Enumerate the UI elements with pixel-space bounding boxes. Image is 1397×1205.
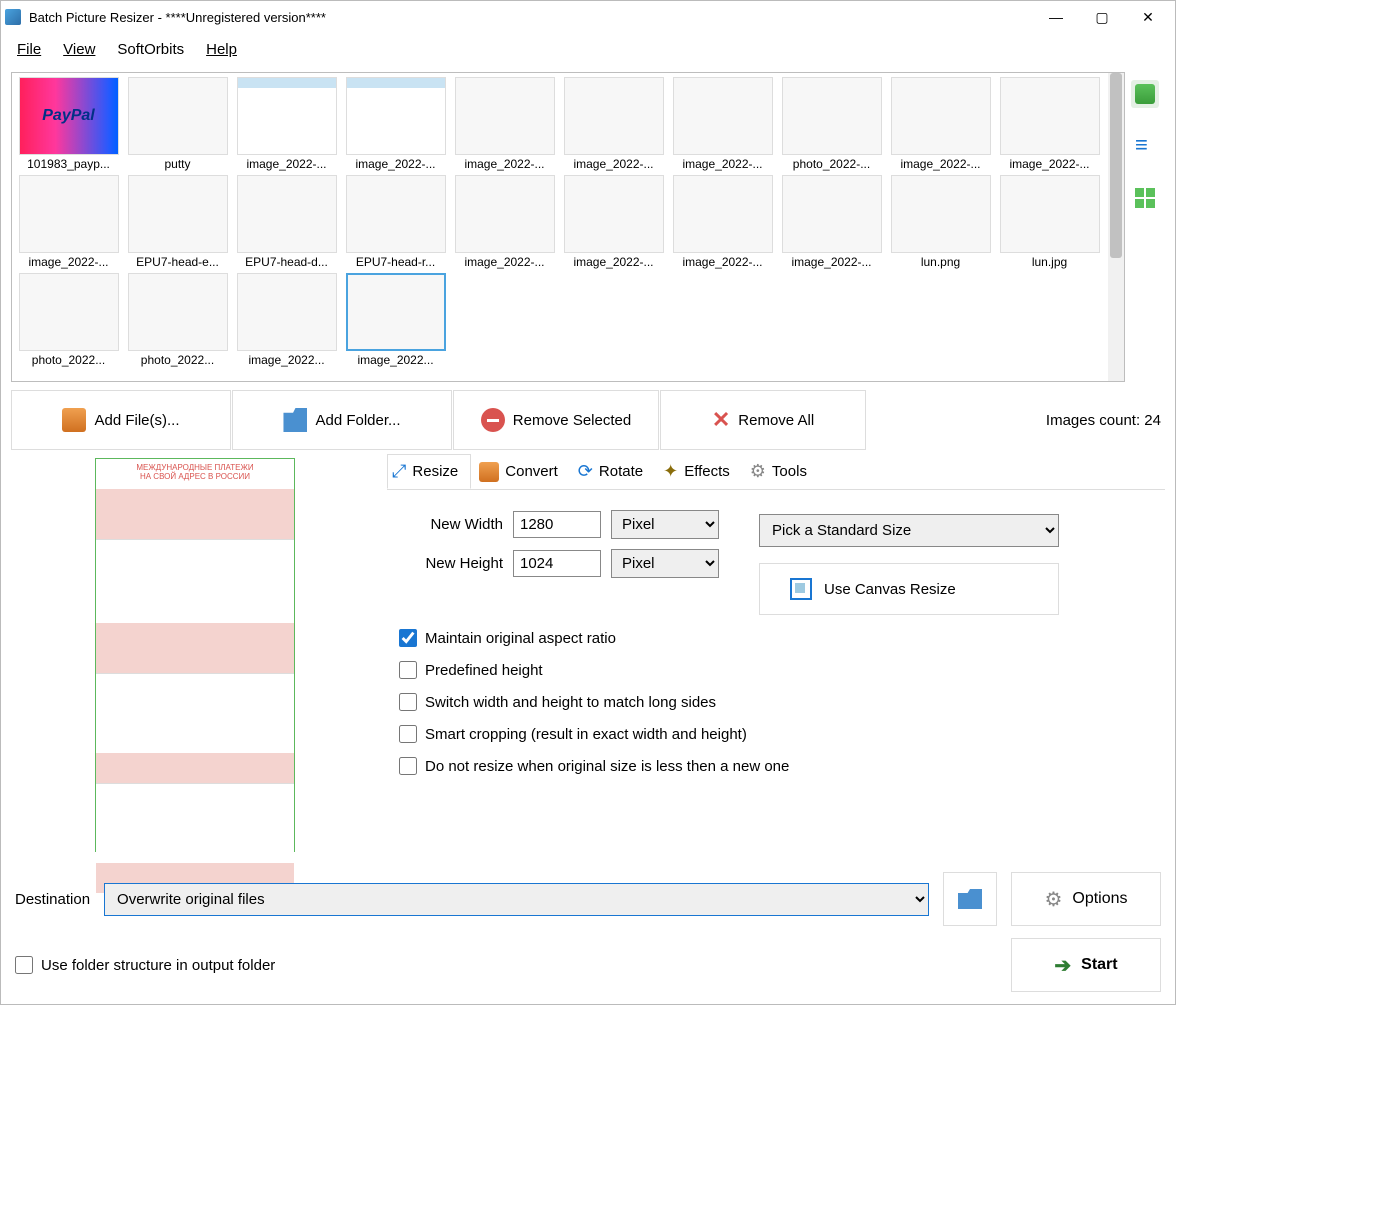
thumbnail-label: image_2022... <box>343 353 448 367</box>
thumbnail-item[interactable]: image_2022-... <box>234 77 339 171</box>
tab-effects[interactable]: ✦Effects <box>659 454 742 489</box>
thumbnail-item[interactable]: EPU7-head-e... <box>125 175 230 269</box>
no-resize-checkbox[interactable] <box>399 757 417 775</box>
thumbnail-label: photo_2022... <box>16 353 121 367</box>
thumbnail-item[interactable]: image_2022-... <box>452 77 557 171</box>
new-width-label: New Width <box>399 516 503 533</box>
options-button[interactable]: ⚙Options <box>1011 872 1161 926</box>
thumbnail-item[interactable]: EPU7-head-d... <box>234 175 339 269</box>
new-height-label: New Height <box>399 555 503 572</box>
thumbnail-label: image_2022-... <box>452 255 557 269</box>
smart-cropping-checkbox[interactable] <box>399 725 417 743</box>
thumbnail-item[interactable]: image_2022-... <box>670 77 775 171</box>
destination-select[interactable]: Overwrite original files <box>104 883 929 916</box>
view-list-button[interactable] <box>1131 132 1159 160</box>
tab-convert[interactable]: Convert <box>475 454 570 489</box>
thumbnail-item[interactable]: image_2022-... <box>561 77 666 171</box>
width-unit-select[interactable]: Pixel <box>611 510 719 539</box>
view-thumbnails-button[interactable] <box>1131 80 1159 108</box>
preview-pane: МЕЖДУНАРОДНЫЕ ПЛАТЕЖИНА СВОЙ АДРЕС В РОС… <box>11 454 379 864</box>
thumbnail-label: image_2022-... <box>670 157 775 171</box>
window-title: Batch Picture Resizer - ****Unregistered… <box>29 10 1033 25</box>
thumbnail-item[interactable]: lun.png <box>888 175 993 269</box>
thumbnail-item[interactable]: image_2022-... <box>452 175 557 269</box>
thumbnail-label: image_2022-... <box>561 157 666 171</box>
remove-selected-button[interactable]: Remove Selected <box>453 390 659 450</box>
aspect-ratio-checkbox[interactable] <box>399 629 417 647</box>
thumbnail-item[interactable]: EPU7-head-r... <box>343 175 448 269</box>
thumbnail-label: putty <box>125 157 230 171</box>
thumbnail-item[interactable]: image_2022... <box>234 273 339 367</box>
destination-label: Destination <box>15 891 90 908</box>
thumbnail-label: lun.png <box>888 255 993 269</box>
thumbnail-gallery[interactable]: PayPal101983_payp...puttyimage_2022-...i… <box>11 72 1125 382</box>
start-button[interactable]: ➔Start <box>1011 938 1161 992</box>
thumbnail-label: image_2022-... <box>888 157 993 171</box>
predefined-height-checkbox[interactable] <box>399 661 417 679</box>
thumbnail-label: 101983_payp... <box>16 157 121 171</box>
menu-help[interactable]: Help <box>196 35 247 64</box>
thumbnail-label: EPU7-head-d... <box>234 255 339 269</box>
thumbnail-item[interactable]: image_2022-... <box>888 77 993 171</box>
thumbnail-item[interactable]: photo_2022... <box>16 273 121 367</box>
add-folder-button[interactable]: Add Folder... <box>232 390 452 450</box>
thumbnail-item[interactable]: image_2022... <box>343 273 448 367</box>
thumbnail-label: photo_2022... <box>125 353 230 367</box>
height-unit-select[interactable]: Pixel <box>611 549 719 578</box>
view-grid-button[interactable] <box>1131 184 1159 212</box>
thumbnail-label: image_2022-... <box>16 255 121 269</box>
thumbnail-label: EPU7-head-r... <box>343 255 448 269</box>
new-width-input[interactable] <box>513 511 601 538</box>
thumbnail-item[interactable]: image_2022-... <box>343 77 448 171</box>
thumbnail-item[interactable]: putty <box>125 77 230 171</box>
thumbnail-label: image_2022-... <box>997 157 1102 171</box>
remove-all-button[interactable]: ✕Remove All <box>660 390 866 450</box>
thumbnail-label: image_2022-... <box>779 255 884 269</box>
thumbnail-item[interactable]: photo_2022... <box>125 273 230 367</box>
thumbnail-label: lun.jpg <box>997 255 1102 269</box>
thumbnail-label: image_2022-... <box>234 157 339 171</box>
tab-tools[interactable]: ⚙Tools <box>746 454 819 489</box>
thumbnail-item[interactable]: image_2022-... <box>779 175 884 269</box>
menu-softorbits[interactable]: SoftOrbits <box>107 35 194 64</box>
thumbnail-label: image_2022-... <box>343 157 448 171</box>
thumbnail-label: EPU7-head-e... <box>125 255 230 269</box>
thumbnail-label: photo_2022-... <box>779 157 884 171</box>
thumbnail-label: image_2022-... <box>670 255 775 269</box>
close-button[interactable]: ✕ <box>1125 1 1171 33</box>
minimize-button[interactable]: — <box>1033 1 1079 33</box>
app-icon <box>5 9 21 25</box>
thumbnail-item[interactable]: lun.jpg <box>997 175 1102 269</box>
tab-rotate[interactable]: ⟳Rotate <box>574 454 655 489</box>
gallery-scrollbar[interactable] <box>1108 73 1124 381</box>
maximize-button[interactable]: ▢ <box>1079 1 1125 33</box>
use-folder-structure-checkbox[interactable] <box>15 956 33 974</box>
menu-file[interactable]: File <box>7 35 51 64</box>
standard-size-select[interactable]: Pick a Standard Size <box>759 514 1059 547</box>
thumbnail-item[interactable]: image_2022-... <box>561 175 666 269</box>
thumbnail-item[interactable]: image_2022-... <box>16 175 121 269</box>
thumbnail-label: image_2022... <box>234 353 339 367</box>
switch-wh-checkbox[interactable] <box>399 693 417 711</box>
thumbnail-item[interactable]: photo_2022-... <box>779 77 884 171</box>
thumbnail-label: image_2022-... <box>452 157 557 171</box>
browse-folder-button[interactable] <box>943 872 997 926</box>
add-files-button[interactable]: Add File(s)... <box>11 390 231 450</box>
tab-resize[interactable]: ⤢Resize <box>387 454 471 489</box>
images-count: Images count: 24 <box>1046 412 1161 429</box>
new-height-input[interactable] <box>513 550 601 577</box>
thumbnail-item[interactable]: image_2022-... <box>670 175 775 269</box>
thumbnail-label: image_2022-... <box>561 255 666 269</box>
canvas-resize-button[interactable]: Use Canvas Resize <box>759 563 1059 615</box>
thumbnail-item[interactable]: PayPal101983_payp... <box>16 77 121 171</box>
thumbnail-item[interactable]: image_2022-... <box>997 77 1102 171</box>
menu-view[interactable]: View <box>53 35 105 64</box>
